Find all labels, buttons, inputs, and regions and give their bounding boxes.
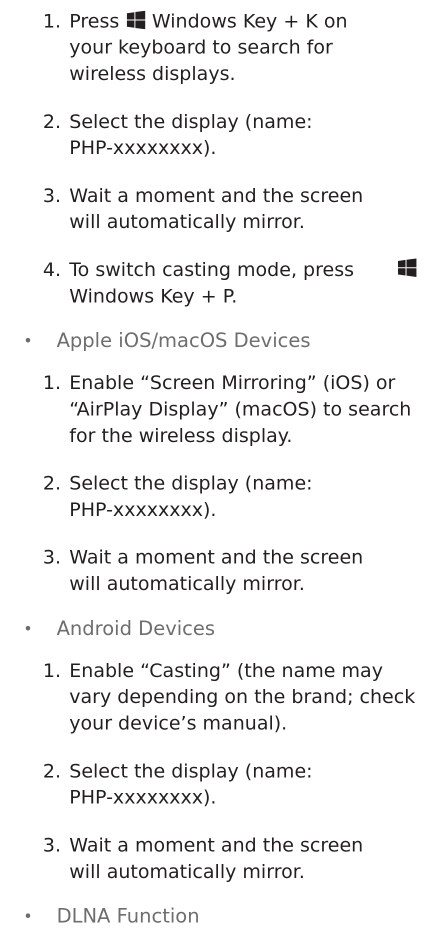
windows-step-3: 3. Wait a moment and the screen will aut… xyxy=(43,182,425,235)
step-number: 2. xyxy=(42,759,62,783)
step-text-before: Press xyxy=(69,9,126,33)
windows-logo-icon xyxy=(126,10,145,30)
step-number: 4. xyxy=(42,258,62,281)
step-text: Wait a moment and the screen will automa… xyxy=(69,546,364,595)
section-heading-apple: Apple iOS/macOS Devices xyxy=(56,328,311,353)
windows-step-2: 2. Select the display (name: PHP-xxxxxxx… xyxy=(43,108,425,161)
bullet: • xyxy=(23,907,33,926)
step-number: 1. xyxy=(42,659,62,682)
step-text: To switch casting mode, press Windows Ke… xyxy=(69,258,355,308)
step-number: 2. xyxy=(42,472,62,495)
step-number: 1. xyxy=(42,371,62,395)
step-text: Wait a moment and the screen will automa… xyxy=(69,833,364,883)
apple-step-3: 3. Wait a moment and the screen will aut… xyxy=(43,544,425,597)
section-heading-dlna: DLNA Function xyxy=(56,904,200,928)
step-text: Enable “Casting” (the name may vary depe… xyxy=(69,659,416,735)
bullet: • xyxy=(23,619,33,638)
step-text: Select the display (name: PHP-xxxxxxxx). xyxy=(69,759,313,809)
windows-logo-icon xyxy=(397,258,417,277)
windows-step-4: 4. To switch casting mode, press Windows… xyxy=(43,257,425,310)
step-number: 2. xyxy=(42,110,62,133)
step-number: 1. xyxy=(42,9,62,33)
step-text: Select the display (name: PHP-xxxxxxxx). xyxy=(69,110,313,159)
apple-step-2: 2. Select the display (name: PHP-xxxxxxx… xyxy=(43,470,425,523)
android-step-1: 1. Enable “Casting” (the name may vary d… xyxy=(43,657,425,736)
step-text: Select the display (name: PHP-xxxxxxxx). xyxy=(69,472,313,521)
instruction-page: 1. Press Windows Key + K on your keyboar… xyxy=(0,0,433,928)
step-number: 3. xyxy=(42,546,62,569)
step-text: Enable “Screen Mirroring” (iOS) or “AirP… xyxy=(69,371,412,447)
android-step-2: 2. Select the display (name: PHP-xxxxxxx… xyxy=(43,758,425,811)
step-number: 3. xyxy=(42,184,62,207)
bullet: • xyxy=(23,331,33,351)
android-step-3: 3. Wait a moment and the screen will aut… xyxy=(43,832,425,885)
windows-step-1: 1. Press Windows Key + K on your keyboar… xyxy=(43,8,425,87)
step-number: 3. xyxy=(42,833,62,857)
apple-step-1: 1. Enable “Screen Mirroring” (iOS) or “A… xyxy=(43,370,425,449)
step-text: Wait a moment and the screen will automa… xyxy=(69,184,364,234)
section-heading-android: Android Devices xyxy=(56,616,216,640)
